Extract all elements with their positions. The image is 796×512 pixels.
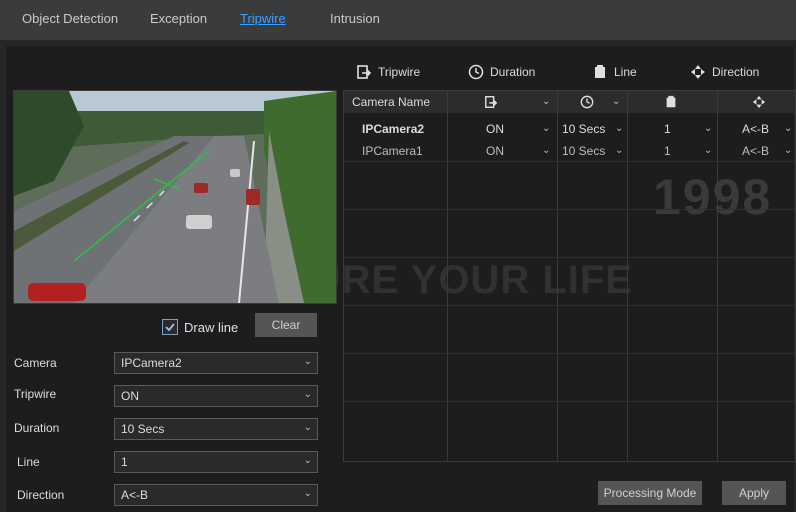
apply-button[interactable]: Apply <box>722 481 786 505</box>
chevron-down-icon[interactable]: ⌄ <box>542 96 550 107</box>
direction-value: A<-B <box>121 488 149 502</box>
table-row-duration[interactable]: 10 Secs <box>562 122 605 136</box>
table-row-line[interactable]: 1 <box>664 144 671 158</box>
tab-object-detection[interactable]: Object Detection <box>22 11 118 26</box>
tripwire-icon <box>357 65 372 79</box>
clock-icon <box>468 64 484 80</box>
duration-label: Duration <box>14 421 60 435</box>
tab-bar: Object Detection Exception Tripwire Intr… <box>0 0 796 40</box>
tripwire-column-header[interactable]: Tripwire <box>356 58 420 86</box>
tripwire-select[interactable]: ON ⌄ <box>114 385 318 407</box>
line-icon <box>595 65 605 78</box>
chevron-down-icon: ⌄ <box>303 488 312 499</box>
table-row-line[interactable]: 1 <box>664 122 671 136</box>
chevron-down-icon[interactable]: ⌄ <box>784 145 792 156</box>
camera-table: Camera Name ⌄ ⌄ IPCamera2 ON ⌄ 10 Secs ⌄… <box>343 90 796 462</box>
duration-value: 10 Secs <box>121 422 165 436</box>
chevron-down-icon[interactable]: ⌄ <box>615 123 623 134</box>
tab-intrusion[interactable]: Intrusion <box>330 11 380 26</box>
direction-icon <box>752 95 766 109</box>
line-column-label: Line <box>614 65 637 79</box>
line-select[interactable]: 1 ⌄ <box>114 451 318 473</box>
camera-name-header: Camera Name <box>352 95 431 109</box>
tab-tripwire[interactable]: Tripwire <box>240 11 286 26</box>
tripwire-icon <box>485 96 498 108</box>
chevron-down-icon: ⌄ <box>303 455 312 466</box>
chevron-down-icon[interactable]: ⌄ <box>612 96 620 107</box>
duration-select[interactable]: 10 Secs ⌄ <box>114 418 318 440</box>
table-row-tripwire[interactable]: ON <box>486 144 504 158</box>
tripwire-value: ON <box>121 389 139 403</box>
tripwire-label: Tripwire <box>14 387 57 401</box>
table-row-camera: IPCamera1 <box>362 144 423 158</box>
camera-select[interactable]: IPCamera2 ⌄ <box>114 352 318 374</box>
column-toolbar: Tripwire Duration Line Direction <box>340 58 796 88</box>
table-row-duration[interactable]: 10 Secs <box>562 144 605 158</box>
duration-column-header[interactable]: Duration <box>468 58 535 86</box>
chevron-down-icon[interactable]: ⌄ <box>704 123 712 134</box>
clear-button[interactable]: Clear <box>255 313 317 337</box>
direction-label: Direction <box>17 488 65 502</box>
draw-line-toggle[interactable]: Draw line <box>162 316 238 338</box>
tab-exception[interactable]: Exception <box>150 11 207 26</box>
table-row-tripwire[interactable]: ON <box>486 122 504 136</box>
clock-icon <box>580 95 594 109</box>
line-value: 1 <box>121 455 128 469</box>
draw-line-checkbox[interactable] <box>162 319 178 335</box>
table-row-direction[interactable]: A<-B <box>742 122 769 136</box>
chevron-down-icon[interactable]: ⌄ <box>784 123 792 134</box>
camera-preview[interactable] <box>13 90 337 304</box>
table-row-camera: IPCamera2 <box>362 122 425 136</box>
direction-column-header[interactable]: Direction <box>690 58 759 86</box>
chevron-down-icon: ⌄ <box>303 356 312 367</box>
line-label: Line <box>17 455 40 469</box>
tripwire-column-label: Tripwire <box>378 65 421 79</box>
chevron-down-icon[interactable]: ⌄ <box>704 145 712 156</box>
camera-label: Camera <box>14 356 57 370</box>
check-icon <box>165 323 175 332</box>
direction-icon <box>691 65 705 79</box>
table-row-direction[interactable]: A<-B <box>742 144 769 158</box>
draw-line-label: Draw line <box>184 319 239 335</box>
chevron-down-icon[interactable]: ⌄ <box>615 145 623 156</box>
chevron-down-icon: ⌄ <box>303 389 312 400</box>
road-scene-image <box>14 91 336 303</box>
line-icon <box>666 95 676 108</box>
processing-mode-button[interactable]: Processing Mode <box>598 481 702 505</box>
line-column-header[interactable]: Line <box>592 58 637 86</box>
direction-column-label: Direction <box>712 65 760 79</box>
chevron-down-icon: ⌄ <box>303 422 312 433</box>
chevron-down-icon[interactable]: ⌄ <box>542 145 550 156</box>
chevron-down-icon[interactable]: ⌄ <box>542 123 550 134</box>
duration-column-label: Duration <box>490 65 536 79</box>
camera-value: IPCamera2 <box>121 356 182 370</box>
direction-select[interactable]: A<-B ⌄ <box>114 484 318 506</box>
